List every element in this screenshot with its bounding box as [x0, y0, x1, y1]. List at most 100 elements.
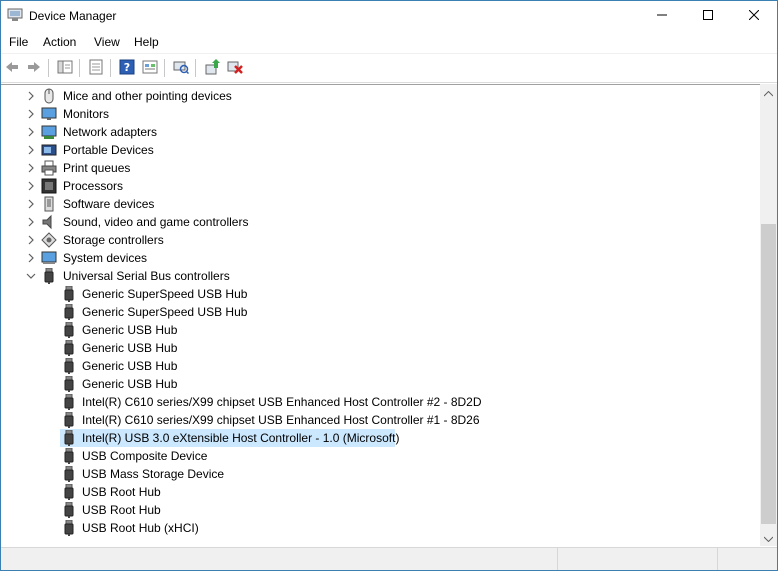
tree-category-row[interactable]: Universal Serial Bus controllers — [1, 267, 741, 285]
usb-device-row[interactable]: Generic SuperSpeed USB Hub — [1, 285, 741, 303]
close-button[interactable] — [731, 1, 777, 31]
usb-icon — [61, 412, 77, 428]
chevron-right-icon[interactable] — [25, 144, 37, 156]
update-driver-button[interactable] — [202, 58, 222, 78]
usb-device-label: USB Mass Storage Device — [82, 467, 225, 481]
chevron-right-icon[interactable] — [25, 108, 37, 120]
chevron-right-icon[interactable] — [25, 198, 37, 210]
system-icon — [41, 250, 57, 266]
usb-icon — [61, 376, 77, 392]
chevron-right-icon[interactable] — [25, 162, 37, 174]
tree-category-row[interactable]: Software devices — [1, 195, 741, 213]
usb-device-row[interactable]: Intel(R) USB 3.0 eXtensible Host Control… — [1, 429, 741, 447]
help-button[interactable]: ? — [117, 58, 137, 78]
network-icon — [41, 124, 57, 140]
toolbar-separator — [48, 59, 49, 77]
scroll-up-button[interactable] — [760, 84, 777, 101]
title-bar[interactable]: Device Manager — [1, 1, 777, 31]
usb-device-row[interactable]: USB Root Hub — [1, 483, 741, 501]
chevron-right-icon[interactable] — [25, 90, 37, 102]
menu-bar: File Action View Help — [1, 31, 777, 54]
usb-device-row[interactable]: USB Composite Device — [1, 447, 741, 465]
usb-device-row[interactable]: Intel(R) C610 series/X99 chipset USB Enh… — [1, 393, 741, 411]
scan-hardware-button[interactable] — [171, 58, 191, 78]
toolbar-separator — [164, 59, 165, 77]
usb-device-row[interactable]: Intel(R) C610 series/X99 chipset USB Enh… — [1, 411, 741, 429]
usb-icon — [61, 304, 77, 320]
printer-icon — [41, 160, 57, 176]
menu-action[interactable]: Action — [41, 35, 78, 49]
usb-device-row[interactable]: Generic SuperSpeed USB Hub — [1, 303, 741, 321]
usb-device-row[interactable]: Generic USB Hub — [1, 321, 741, 339]
tree-category-row[interactable]: Sound, video and game controllers — [1, 213, 741, 231]
usb-device-label: USB Composite Device — [82, 449, 208, 463]
chevron-right-icon[interactable] — [25, 180, 37, 192]
speaker-icon — [41, 214, 57, 230]
chevron-right-icon[interactable] — [25, 126, 37, 138]
menu-file[interactable]: File — [7, 35, 30, 49]
properties-icon — [88, 59, 104, 78]
chevron-down-icon[interactable] — [25, 270, 37, 282]
usb-device-row[interactable]: Generic USB Hub — [1, 339, 741, 357]
window-title: Device Manager — [29, 9, 117, 23]
usb-device-row[interactable]: USB Root Hub — [1, 501, 741, 519]
tree-category-row[interactable]: Network adapters — [1, 123, 741, 141]
chevron-right-icon[interactable] — [25, 216, 37, 228]
portable-icon — [41, 142, 57, 158]
device-manager-icon — [7, 8, 23, 22]
show-hidden-icon — [142, 59, 158, 78]
scrollbar-thumb[interactable] — [761, 224, 776, 524]
chevron-right-icon[interactable] — [25, 234, 37, 246]
tree-category-label: Portable Devices — [63, 143, 154, 157]
monitor-icon — [41, 106, 57, 122]
storage-icon — [41, 232, 57, 248]
tree-category-label: Print queues — [63, 161, 131, 175]
maximize-button[interactable] — [685, 1, 731, 31]
device-tree[interactable]: Mice and other pointing devices Monitors N… — [1, 84, 760, 547]
tree-category-row[interactable]: Monitors — [1, 105, 741, 123]
usb-device-row[interactable]: Generic USB Hub — [1, 375, 741, 393]
usb-icon — [61, 322, 77, 338]
tree-category-row[interactable]: Print queues — [1, 159, 741, 177]
show-hide-tree-icon — [57, 59, 73, 78]
minimize-icon — [657, 9, 667, 23]
minimize-button[interactable] — [639, 1, 685, 31]
tree-category-row[interactable]: Processors — [1, 177, 741, 195]
usb-device-label: Intel(R) C610 series/X99 chipset USB Enh… — [82, 413, 480, 427]
mouse-icon — [41, 88, 57, 104]
forward-button[interactable] — [24, 58, 44, 78]
tree-category-row[interactable]: System devices — [1, 249, 741, 267]
chevron-down-icon — [763, 531, 774, 545]
close-icon — [748, 9, 760, 23]
properties-button[interactable] — [86, 58, 106, 78]
tree-category-row[interactable]: Storage controllers — [1, 231, 741, 249]
help-icon: ? — [119, 59, 135, 78]
usb-icon — [61, 502, 77, 518]
back-button[interactable] — [2, 58, 22, 78]
tree-category-label: Processors — [63, 179, 124, 193]
maximize-icon — [703, 9, 713, 23]
chevron-right-icon[interactable] — [25, 252, 37, 264]
usb-icon — [61, 484, 77, 500]
menu-view[interactable]: View — [92, 35, 122, 49]
usb-device-label: USB Root Hub (xHCI) — [82, 521, 199, 535]
forward-icon — [26, 59, 42, 78]
usb-device-row[interactable]: Generic USB Hub — [1, 357, 741, 375]
vertical-scrollbar[interactable] — [760, 84, 777, 546]
scroll-down-button[interactable] — [760, 529, 777, 546]
scan-hardware-icon — [173, 59, 190, 78]
show-hidden-button[interactable] — [140, 58, 160, 78]
tree-category-row[interactable]: Mice and other pointing devices — [1, 87, 741, 105]
update-driver-icon — [204, 58, 220, 78]
uninstall-device-button[interactable] — [225, 58, 245, 78]
status-pane — [717, 548, 777, 570]
usb-icon — [61, 358, 77, 374]
usb-device-row[interactable]: USB Root Hub (xHCI) — [1, 519, 741, 537]
show-hide-tree-button[interactable] — [55, 58, 75, 78]
usb-device-row[interactable]: USB Mass Storage Device — [1, 465, 741, 483]
tree-category-label: Sound, video and game controllers — [63, 215, 249, 229]
tree-category-row[interactable]: Portable Devices — [1, 141, 741, 159]
menu-help[interactable]: Help — [132, 35, 161, 49]
usb-icon — [61, 394, 77, 410]
usb-icon — [61, 340, 77, 356]
